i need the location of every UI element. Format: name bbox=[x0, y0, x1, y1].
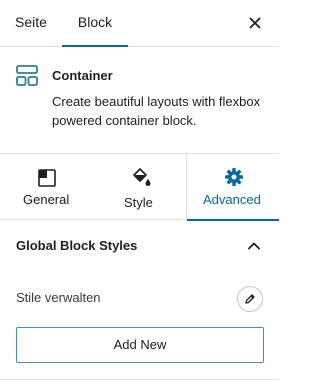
block-description: Create beautiful layouts with flexbox po… bbox=[52, 94, 261, 128]
general-layout-icon bbox=[37, 168, 57, 188]
close-icon[interactable] bbox=[245, 13, 265, 33]
gear-icon bbox=[224, 167, 244, 187]
sidebar-tabs: Seite Block bbox=[0, 0, 279, 47]
tab-block[interactable]: Block bbox=[62, 0, 128, 47]
pencil-icon bbox=[245, 294, 255, 304]
edit-styles-button[interactable] bbox=[237, 286, 263, 312]
tab-advanced[interactable]: Advanced bbox=[186, 154, 279, 221]
divider bbox=[0, 379, 279, 380]
inspector-tabs: General Style Advanced bbox=[0, 154, 279, 221]
block-card: Container Create beautiful layouts with … bbox=[0, 47, 279, 154]
tab-style-label: Style bbox=[124, 195, 153, 210]
tab-seite[interactable]: Seite bbox=[15, 0, 47, 47]
tab-advanced-label: Advanced bbox=[203, 192, 261, 207]
tab-style[interactable]: Style bbox=[93, 154, 186, 220]
block-title: Container bbox=[52, 68, 113, 83]
tab-general[interactable]: General bbox=[0, 154, 93, 220]
tab-general-label: General bbox=[23, 192, 70, 207]
section-title: Global Block Styles bbox=[16, 238, 138, 253]
add-new-button[interactable]: Add New bbox=[16, 327, 264, 363]
chevron-up-icon bbox=[246, 238, 262, 254]
global-block-styles-toggle[interactable]: Global Block Styles bbox=[0, 221, 279, 271]
container-layout-icon bbox=[16, 65, 38, 87]
paint-bucket-icon bbox=[131, 167, 151, 187]
manage-styles-label: Stile verwalten bbox=[16, 290, 101, 305]
